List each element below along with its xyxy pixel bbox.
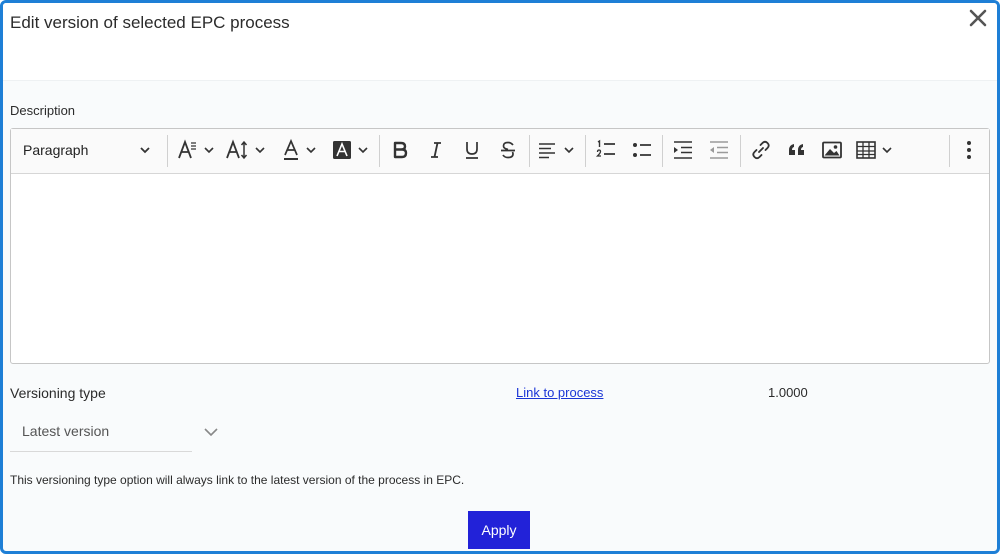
toolbar-separator <box>662 135 663 167</box>
versioning-type-select[interactable]: Latest version <box>10 415 192 452</box>
editor-toolbar: Paragraph <box>11 129 989 174</box>
toolbar-separator <box>379 135 380 167</box>
chevron-down-icon[interactable] <box>203 424 219 440</box>
strikethrough-button[interactable] <box>495 135 521 165</box>
strikethrough-icon <box>501 141 515 159</box>
description-content-area[interactable] <box>11 174 989 363</box>
font-color-icon <box>284 138 316 160</box>
link-icon <box>752 140 770 160</box>
bold-icon <box>393 141 408 159</box>
table-icon <box>856 141 892 159</box>
toolbar-separator <box>585 135 586 167</box>
bold-button[interactable] <box>387 135 413 165</box>
link-button[interactable] <box>748 135 774 165</box>
more-options-icon <box>967 141 971 159</box>
align-left-icon <box>539 143 574 159</box>
indent-icon <box>674 141 692 159</box>
apply-button[interactable]: Apply <box>468 511 530 549</box>
font-family-button[interactable] <box>175 135 219 165</box>
description-editor: Paragraph <box>10 128 990 364</box>
bulleted-list-button[interactable] <box>629 135 655 165</box>
numbered-list-icon <box>595 139 615 157</box>
toolbar-separator <box>949 135 950 167</box>
numbered-list-button[interactable] <box>593 135 619 165</box>
font-color-button[interactable] <box>281 135 321 165</box>
link-to-process-link[interactable]: Link to process <box>516 385 603 400</box>
versioning-help-text: This versioning type option will always … <box>10 473 465 487</box>
dialog-title: Edit version of selected EPC process <box>10 13 290 32</box>
font-size-button[interactable] <box>225 135 269 165</box>
chevron-down-icon <box>140 147 150 154</box>
outdent-button[interactable] <box>706 135 732 165</box>
more-options-button[interactable] <box>957 135 981 165</box>
outdent-icon <box>710 141 728 159</box>
font-family-icon <box>178 139 214 159</box>
blockquote-icon <box>789 144 804 155</box>
versioning-type-label: Versioning type <box>10 385 106 401</box>
underline-icon <box>466 142 478 159</box>
paragraph-style-label: Paragraph <box>23 142 89 158</box>
alignment-button[interactable] <box>537 135 581 165</box>
blockquote-button[interactable] <box>784 135 810 165</box>
bulleted-list-icon <box>633 143 651 157</box>
font-background-color-icon <box>333 141 368 159</box>
underline-button[interactable] <box>459 135 485 165</box>
italic-icon <box>431 142 441 158</box>
versioning-type-value: Latest version <box>22 423 110 439</box>
paragraph-style-dropdown[interactable]: Paragraph <box>17 135 157 165</box>
description-label: Description <box>10 103 76 118</box>
indent-button[interactable] <box>670 135 696 165</box>
toolbar-separator <box>740 135 741 167</box>
toolbar-separator <box>529 135 530 167</box>
table-button[interactable] <box>855 135 901 165</box>
italic-button[interactable] <box>423 135 449 165</box>
toolbar-separator <box>167 135 168 167</box>
edit-version-dialog: Edit version of selected EPC process Des… <box>0 0 1000 554</box>
image-icon <box>822 141 842 159</box>
font-background-color-button[interactable] <box>331 135 375 165</box>
font-size-icon <box>226 139 265 160</box>
image-button[interactable] <box>819 135 845 165</box>
close-icon[interactable] <box>967 7 989 29</box>
version-number: 1.0000 <box>768 385 808 400</box>
dialog-header: Edit version of selected EPC process <box>3 3 997 81</box>
